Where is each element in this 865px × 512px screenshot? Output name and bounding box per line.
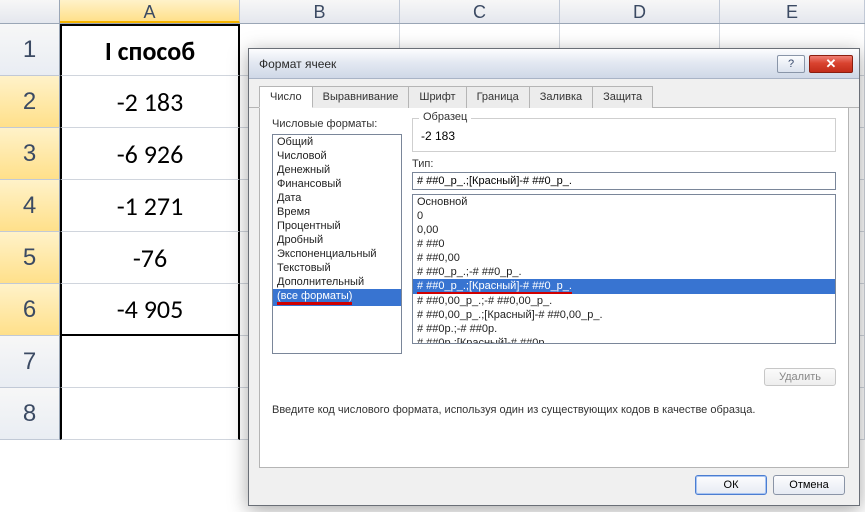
close-button[interactable]: ✕ [809, 55, 853, 73]
tab-шрифт[interactable]: Шрифт [408, 86, 466, 108]
category-item[interactable]: Дробный [273, 233, 401, 247]
category-item[interactable]: Экспоненциальный [273, 247, 401, 261]
category-item[interactable]: Дата [273, 191, 401, 205]
format-code-item[interactable]: Основной [413, 195, 835, 209]
sample-label: Образец [419, 111, 471, 123]
category-item[interactable]: (все форматы) [273, 289, 401, 306]
format-code-item[interactable]: # ##0,00 [413, 251, 835, 265]
help-button[interactable]: ? [777, 55, 805, 73]
hint-text: Введите код числового формата, используя… [272, 404, 836, 416]
row-header[interactable]: 1 [0, 24, 60, 76]
type-input[interactable] [412, 172, 836, 190]
cell[interactable]: -4 905 [60, 284, 240, 336]
format-code-item[interactable]: # ##0_р_.;-# ##0_р_. [413, 265, 835, 279]
column-header-e[interactable]: E [720, 0, 865, 23]
row-header[interactable]: 7 [0, 336, 60, 388]
number-tab-panel: Числовые форматы: ОбщийЧисловойДенежныйФ… [259, 108, 849, 468]
format-code-item[interactable]: # ##0р.;-# ##0р. [413, 322, 835, 336]
cell[interactable]: -2 183 [60, 76, 240, 128]
column-headers: A B C D E [0, 0, 865, 24]
column-header-a[interactable]: A [60, 0, 240, 23]
dialog-tabs: ЧислоВыравниваниеШрифтГраницаЗаливкаЗащи… [249, 79, 859, 108]
row-header[interactable]: 8 [0, 388, 60, 440]
cell[interactable]: -76 [60, 232, 240, 284]
tab-заливка[interactable]: Заливка [529, 86, 593, 108]
select-all-corner[interactable] [0, 0, 60, 23]
format-code-item[interactable]: 0,00 [413, 223, 835, 237]
row-header[interactable]: 6 [0, 284, 60, 336]
category-listbox[interactable]: ОбщийЧисловойДенежныйФинансовыйДатаВремя… [272, 134, 402, 354]
column-header-b[interactable]: B [240, 0, 400, 23]
format-code-item[interactable]: # ##0_р_.;[Красный]-# ##0_р_. [413, 279, 835, 294]
cell[interactable]: -1 271 [60, 180, 240, 232]
format-cells-dialog: Формат ячеек ? ✕ ЧислоВыравниваниеШрифтГ… [248, 48, 860, 506]
ok-button[interactable]: ОК [695, 475, 767, 495]
row-header[interactable]: 5 [0, 232, 60, 284]
category-item[interactable]: Процентный [273, 219, 401, 233]
tab-защита[interactable]: Защита [592, 86, 653, 108]
cell[interactable]: I способ [60, 24, 240, 76]
category-item[interactable]: Дополнительный [273, 275, 401, 289]
category-item[interactable]: Финансовый [273, 177, 401, 191]
dialog-titlebar[interactable]: Формат ячеек ? ✕ [249, 49, 859, 79]
category-item[interactable]: Числовой [273, 149, 401, 163]
format-code-item[interactable]: 0 [413, 209, 835, 223]
cell[interactable] [60, 388, 240, 440]
dialog-button-row: ОК Отмена [695, 475, 845, 495]
format-code-item[interactable]: # ##0р.;[Красный]-# ##0р. [413, 336, 835, 344]
format-code-listbox[interactable]: Основной00,00# ##0# ##0,00# ##0_р_.;-# #… [412, 194, 836, 344]
category-item[interactable]: Время [273, 205, 401, 219]
format-code-item[interactable]: # ##0,00_р_.;[Красный]-# ##0,00_р_. [413, 308, 835, 322]
row-header[interactable]: 2 [0, 76, 60, 128]
sample-value: -2 183 [421, 123, 827, 143]
format-code-item[interactable]: # ##0 [413, 237, 835, 251]
dialog-title: Формат ячеек [259, 57, 773, 71]
tab-число[interactable]: Число [259, 86, 313, 108]
cell[interactable] [60, 336, 240, 388]
type-label: Тип: [412, 158, 836, 170]
row-header[interactable]: 3 [0, 128, 60, 180]
category-item[interactable]: Общий [273, 135, 401, 149]
delete-button[interactable]: Удалить [764, 368, 836, 386]
category-item[interactable]: Денежный [273, 163, 401, 177]
cell[interactable]: -6 926 [60, 128, 240, 180]
tab-выравнивание[interactable]: Выравнивание [312, 86, 410, 108]
column-header-c[interactable]: C [400, 0, 560, 23]
sample-groupbox: Образец -2 183 [412, 118, 836, 152]
cancel-button[interactable]: Отмена [773, 475, 845, 495]
category-item[interactable]: Текстовый [273, 261, 401, 275]
column-header-d[interactable]: D [560, 0, 720, 23]
tab-граница[interactable]: Граница [466, 86, 530, 108]
format-code-item[interactable]: # ##0,00_р_.;-# ##0,00_р_. [413, 294, 835, 308]
row-header[interactable]: 4 [0, 180, 60, 232]
